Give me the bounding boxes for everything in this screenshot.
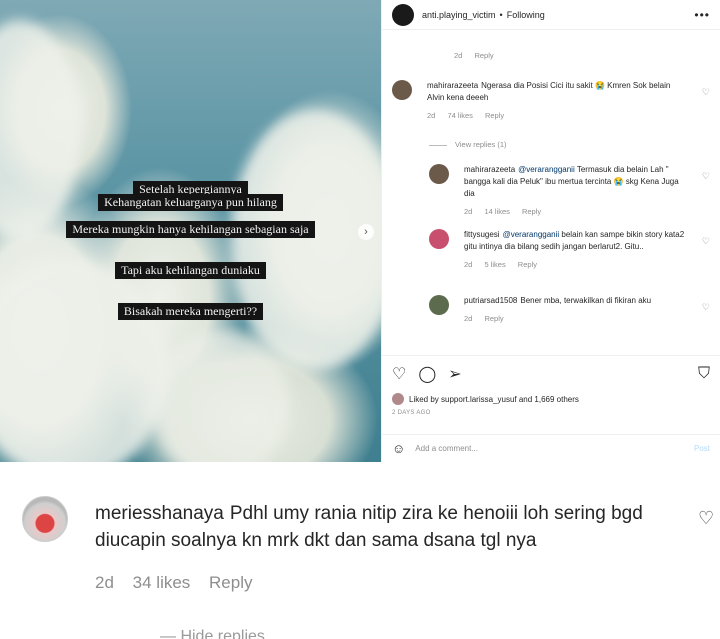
caption-line: Bisakah mereka mengerti??: [0, 302, 381, 320]
post-date: 2 DAYS AGO: [392, 410, 431, 416]
comment-likes[interactable]: 74 likes: [447, 111, 472, 120]
caption-line: Kehangatan keluarganya pun hilang: [0, 193, 381, 211]
comment-meta: 2d 5 likes Reply: [464, 259, 688, 271]
comment: mahirarazeeta Ngerasa dia Posisi Cici itu…: [392, 80, 710, 122]
comment-time: 2d: [454, 51, 463, 60]
emoji-icon[interactable]: ☺: [392, 441, 405, 456]
comment-time: 2d: [95, 573, 114, 592]
comment-time: 2d: [464, 314, 473, 323]
comment-time: 2d: [464, 260, 473, 269]
liked-by-user[interactable]: support.larissa_yusuf: [441, 395, 517, 404]
reply-comment: mahirarazeeta @verarangganii Termasuk dia…: [429, 164, 710, 218]
heart-icon[interactable]: ♡: [702, 235, 710, 247]
reply-button[interactable]: Reply: [209, 573, 252, 592]
hide-replies-button[interactable]: — Hide replies: [160, 624, 265, 639]
comments-list[interactable]: 2d Reply mahirarazeeta Ngerasa dia Posisi…: [382, 30, 720, 355]
reply-comment: putriarsad1508 Bener mba, terwakilkan di …: [429, 295, 710, 325]
comment-username[interactable]: mahirarazeeta: [464, 165, 515, 174]
heart-icon[interactable]: ♡: [702, 170, 710, 182]
comment-body: mahirarazeeta Ngerasa dia Posisi Cici itu…: [427, 80, 710, 122]
caption-line: Mereka mungkin hanya kehilangan sebagian…: [0, 220, 381, 238]
liked-by-others[interactable]: and 1,669 others: [519, 395, 579, 404]
mention-link[interactable]: @verarangganii: [518, 165, 575, 174]
share-icon[interactable]: ➢: [448, 364, 461, 384]
chevron-right-icon: ›: [364, 226, 368, 238]
post-button[interactable]: Post: [694, 444, 710, 453]
comment-body: putriarsad1508 Bener mba, terwakilkan di …: [464, 295, 710, 325]
comment-body: fittysugesi @verarangganii belain kan sam…: [464, 229, 710, 271]
liked-by-prefix: Liked by: [409, 394, 439, 404]
heart-icon[interactable]: ♡: [698, 508, 714, 529]
caption-line: Tapi aku kehilangan duniaku: [0, 261, 381, 279]
reply-button[interactable]: Reply: [522, 207, 541, 216]
comment-meta: 2d 74 likes Reply: [427, 110, 688, 122]
comment-meta: 2d Reply: [454, 50, 710, 62]
heart-icon[interactable]: ♡: [392, 364, 406, 384]
view-replies-button[interactable]: View replies (1): [429, 139, 507, 151]
comment-username[interactable]: fittysugesi: [464, 230, 500, 239]
commenter-avatar[interactable]: [429, 229, 449, 249]
bookmark-icon[interactable]: ⛉: [698, 365, 710, 383]
heart-icon[interactable]: ♡: [702, 301, 710, 313]
comment-meta: 2d 14 likes Reply: [464, 206, 688, 218]
cloud-shape: [230, 110, 381, 370]
action-icons: ♡ ◯ ➢ ⛉: [382, 356, 720, 392]
instagram-post: Setelah kepergiannya Kehangatan keluarga…: [0, 0, 720, 462]
comment-text-cut: [472, 30, 710, 34]
comment-meta-partial: 2d Reply: [392, 50, 710, 62]
cloud-shape: [0, 260, 170, 462]
comment-likes[interactable]: 34 likes: [133, 573, 191, 592]
more-options-icon[interactable]: •••: [694, 8, 710, 22]
commenter-avatar[interactable]: [429, 164, 449, 184]
comment-meta: 2d 34 likes Reply: [95, 573, 267, 593]
comment-likes[interactable]: 14 likes: [484, 207, 509, 216]
comment-partial: [392, 30, 710, 44]
comment-username[interactable]: mahirarazeeta: [427, 81, 478, 90]
reply-button[interactable]: Reply: [485, 111, 504, 120]
reply-button[interactable]: Reply: [484, 314, 503, 323]
comment-time: 2d: [464, 207, 473, 216]
reply-button[interactable]: Reply: [518, 260, 537, 269]
mention-link[interactable]: @verarangganii: [503, 230, 560, 239]
commenter-avatar[interactable]: [392, 80, 412, 100]
post-actions: ♡ ◯ ➢ ⛉ Liked by support.larissa_yusuf a…: [382, 355, 720, 462]
comment-likes[interactable]: 5 likes: [484, 260, 505, 269]
reply-comment: fittysugesi @verarangganii belain kan sam…: [429, 229, 710, 271]
commenter-avatar[interactable]: [429, 295, 449, 315]
following-button[interactable]: Following: [507, 10, 545, 20]
comment-text: Bener mba, terwakilkan di fikiran aku: [520, 296, 652, 305]
commenter-avatar[interactable]: [22, 496, 68, 542]
post-header: anti.playing_victim • Following •••: [382, 0, 720, 30]
author-username[interactable]: anti.playing_victim: [422, 10, 496, 20]
comment-body: mahirarazeeta @verarangganii Termasuk dia…: [464, 164, 710, 218]
post-image[interactable]: Setelah kepergiannya Kehangatan keluarga…: [0, 0, 381, 462]
comment-body: meriesshanaya Pdhl umy rania nitip zira k…: [95, 500, 675, 554]
comment-username[interactable]: meriesshanaya: [95, 503, 224, 524]
liker-avatar[interactable]: [392, 393, 404, 405]
next-image-button[interactable]: ›: [358, 224, 374, 240]
separator-dot: •: [499, 9, 503, 20]
comment-username[interactable]: putriarsad1508: [464, 296, 517, 305]
comment-time: 2d: [427, 111, 436, 120]
reply-button[interactable]: Reply: [474, 51, 493, 60]
comment-icon[interactable]: ◯: [418, 364, 436, 384]
post-sidebar: anti.playing_victim • Following ••• 2d R…: [381, 0, 720, 462]
comment-meta: 2d Reply: [464, 313, 688, 325]
author-avatar[interactable]: [392, 3, 414, 26]
add-comment-input[interactable]: Add a comment...: [415, 444, 478, 453]
liked-by: Liked by support.larissa_yusuf and 1,669…: [382, 392, 720, 406]
heart-icon[interactable]: ♡: [702, 86, 710, 98]
add-comment-bar: ☺ Add a comment... Post: [382, 434, 720, 462]
